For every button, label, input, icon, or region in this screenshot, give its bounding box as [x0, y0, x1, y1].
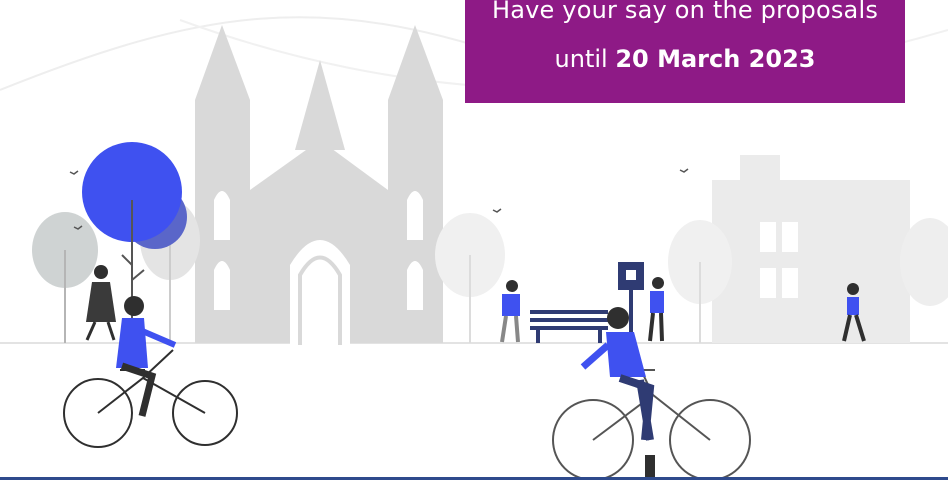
background-swirl — [0, 16, 521, 91]
pedestrian — [648, 277, 664, 342]
tree — [32, 212, 98, 343]
banner-deadline-date: 20 March 2023 — [615, 45, 816, 73]
pedestrian — [85, 265, 116, 341]
building — [712, 155, 910, 343]
illustration-scene: Have your say on the proposals until 20 … — [0, 0, 948, 480]
banner-deadline: until 20 March 2023 — [465, 45, 905, 73]
bus-stop-sign — [618, 262, 644, 343]
banner-headline: Have your say on the proposals — [491, 0, 879, 24]
tree — [435, 213, 505, 343]
consultation-banner: Have your say on the proposals until 20 … — [465, 0, 905, 103]
park-bench — [530, 310, 608, 343]
pedestrian — [500, 280, 520, 343]
banner-deadline-prefix: until — [554, 45, 616, 73]
